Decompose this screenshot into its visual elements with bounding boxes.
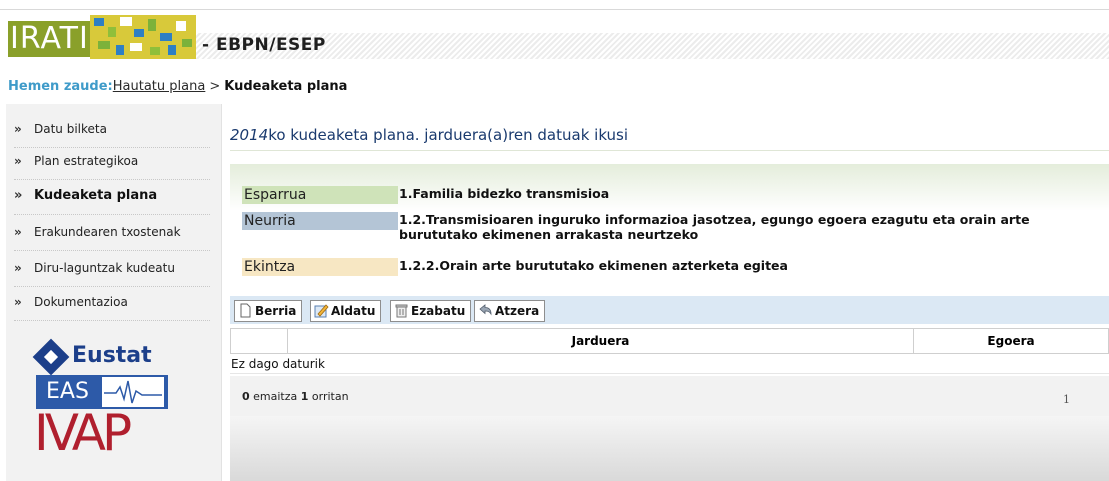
- sidebar-item-label: Erakundearen txostenak: [34, 225, 181, 239]
- title-divider: [230, 150, 1109, 151]
- info-key: Neurria: [242, 212, 398, 230]
- raquo-icon: »: [14, 154, 22, 168]
- sidebar-item-label: Datu bilketa: [34, 122, 107, 136]
- column-header-jarduera[interactable]: Jarduera: [287, 329, 913, 353]
- back-button[interactable]: Atzera: [474, 300, 546, 322]
- pager-info: 0 emaitza 1 orritan: [242, 390, 349, 403]
- sidebar-item-diru-laguntzak[interactable]: » Diru-laguntzak kudeatu: [14, 255, 210, 287]
- sidebar-item-dokumentazioa[interactable]: » Dokumentazioa: [14, 289, 210, 321]
- ivap-logo[interactable]: IVAP: [34, 404, 132, 462]
- eustat-logo[interactable]: Eustat: [32, 338, 172, 376]
- page-title-text: ko kudeaketa plana. jarduera(a)ren datua…: [268, 126, 629, 144]
- new-document-icon: [240, 303, 251, 318]
- sidebar: » Datu bilketa » Plan estrategikoa » Kud…: [6, 104, 222, 481]
- eustat-diamond-icon: [32, 338, 70, 376]
- sidebar-item-label: Diru-laguntzak kudeatu: [34, 261, 175, 275]
- app-title: - EBPN/ESEP: [202, 35, 326, 55]
- info-value: 1.2.2.Orain arte burututako ekimenen azt…: [399, 258, 788, 273]
- raquo-icon: »: [14, 295, 22, 309]
- page-title: 2014ko kudeaketa plana. jarduera(a)ren d…: [230, 126, 628, 144]
- logo-text: IRATI: [8, 21, 90, 57]
- top-rule: [0, 9, 1109, 10]
- table-header: Jarduera Egoera: [230, 328, 1109, 354]
- sidebar-item-plan-estrategikoa[interactable]: » Plan estrategikoa: [14, 148, 210, 180]
- breadcrumb: Hemen zaude:Hautatu plana > Kudeaketa plan…: [8, 79, 347, 94]
- sidebar-item-label: Plan estrategikoa: [34, 154, 139, 168]
- column-header-egoera[interactable]: Egoera: [913, 329, 1108, 353]
- sidebar-item-label: Dokumentazioa: [34, 295, 128, 309]
- page-title-year: 2014: [230, 126, 269, 144]
- back-arrow-icon: [479, 304, 492, 316]
- breadcrumb-label: Hemen zaude:: [8, 79, 113, 94]
- toolbar: Berria Aldatu Ezabatu Atzera: [230, 296, 1109, 324]
- pulse-wave-icon: [102, 377, 164, 407]
- header-stripe: [196, 33, 1109, 59]
- new-button[interactable]: Berria: [234, 300, 303, 322]
- pencil-icon: [314, 304, 329, 318]
- app-header: IRATI - EBPN/ESEP: [0, 11, 1109, 63]
- irati-logo[interactable]: IRATI: [8, 15, 196, 59]
- raquo-icon: »: [14, 225, 22, 239]
- pager-page-count: 1: [300, 390, 309, 403]
- empty-message: Ez dago daturik: [230, 354, 1109, 374]
- eas-logo-text: EAS: [46, 379, 89, 404]
- eustat-logo-text: Eustat: [72, 343, 152, 368]
- info-key: Ekintza: [242, 258, 398, 276]
- pager-pages-label: orritan: [311, 390, 349, 403]
- breadcrumb-separator: >: [209, 79, 221, 94]
- breadcrumb-link-select-plan[interactable]: Hautatu plana: [113, 79, 206, 94]
- footer-band: [230, 416, 1109, 481]
- back-button-label: Atzera: [495, 304, 540, 318]
- pager-result-count: 0: [242, 390, 250, 403]
- edit-button[interactable]: Aldatu: [310, 300, 382, 322]
- sidebar-item-datu-bilketa[interactable]: » Datu bilketa: [14, 116, 210, 148]
- breadcrumb-current: Kudeaketa plana: [224, 79, 348, 94]
- delete-button-label: Ezabatu: [411, 304, 466, 318]
- delete-button[interactable]: Ezabatu: [390, 300, 472, 322]
- info-value: 1.2.Transmisioaren inguruko informazioa …: [399, 212, 1030, 242]
- edit-button-label: Aldatu: [331, 304, 376, 318]
- info-panel: Esparrua 1.Familia bidezko transmisioa N…: [230, 164, 1109, 288]
- info-key: Esparrua: [242, 186, 398, 204]
- main-content: 2014ko kudeaketa plana. jarduera(a)ren d…: [230, 104, 1109, 481]
- pager-page-link[interactable]: 1: [1063, 393, 1070, 406]
- pager-results-label: emaitza: [253, 390, 298, 403]
- info-value: 1.Familia bidezko transmisioa: [399, 186, 610, 201]
- raquo-icon: »: [14, 122, 22, 136]
- new-button-label: Berria: [255, 304, 297, 318]
- raquo-icon: »: [14, 261, 22, 275]
- sidebar-item-label: Kudeaketa plana: [34, 188, 158, 203]
- logo-mosaic: [90, 15, 196, 59]
- sidebar-item-erakundearen-txostenak[interactable]: » Erakundearen txostenak: [14, 219, 210, 251]
- raquo-icon: »: [14, 188, 23, 203]
- trash-icon: [395, 304, 408, 318]
- sidebar-item-kudeaketa-plana[interactable]: » Kudeaketa plana: [14, 183, 210, 215]
